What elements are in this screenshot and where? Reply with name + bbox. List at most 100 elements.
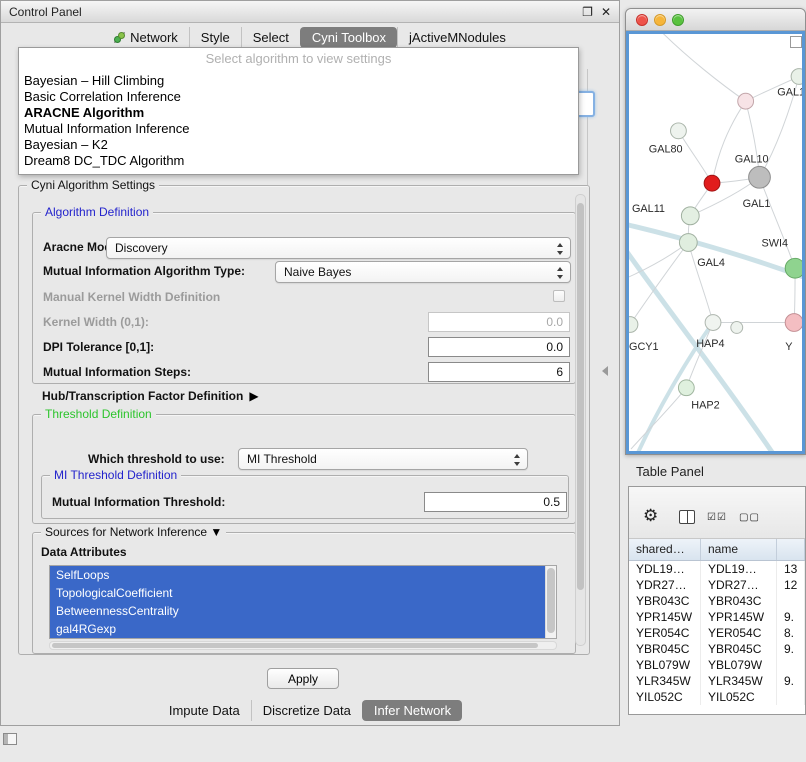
table-row[interactable]: YDL19…YDL19…13	[629, 561, 805, 577]
algorithm-option[interactable]: Basic Correlation Inference	[19, 89, 578, 105]
table-row[interactable]: YBL079WYBL079W	[629, 657, 805, 673]
network-node[interactable]	[705, 315, 721, 331]
close-icon[interactable]: ✕	[601, 5, 611, 19]
table-panel-toolbar: ⚙ ☑☑ ▢▢	[629, 487, 805, 539]
float-window-icon[interactable]: ❐	[582, 5, 593, 19]
network-node[interactable]	[704, 175, 720, 191]
top-tabs: NetworkStyleSelectCyni ToolboxjActiveMNo…	[1, 27, 619, 48]
tab-style[interactable]: Style	[189, 27, 241, 48]
aracne-mode-select[interactable]: Discovery	[106, 237, 571, 259]
kernel-width-field[interactable]: 0.0	[428, 312, 570, 332]
attribute-item[interactable]: gal4RGexp	[50, 620, 545, 638]
manual-kernel-checkbox[interactable]	[553, 290, 565, 302]
table-row[interactable]: YLR345WYLR345W9.	[629, 673, 805, 689]
mi-type-label: Mutual Information Algorithm Type:	[43, 264, 245, 278]
network-node[interactable]	[731, 322, 743, 334]
table-cell: YDL19…	[701, 561, 777, 577]
table-cell: 12	[777, 577, 805, 593]
tab-infer-network[interactable]: Infer Network	[362, 700, 462, 721]
select-all-checkboxes-icon[interactable]: ☑☑	[707, 512, 727, 523]
network-node[interactable]	[738, 93, 754, 109]
control-panel-title: Control Panel	[9, 5, 82, 19]
table-row[interactable]: YBR045CYBR045C9.	[629, 641, 805, 657]
scrollbar-thumb[interactable]	[52, 643, 538, 648]
network-node[interactable]	[785, 314, 802, 332]
network-edge	[631, 388, 686, 449]
table-cell: 13	[777, 561, 805, 577]
network-node[interactable]	[678, 380, 694, 396]
tab-discretize-data[interactable]: Discretize Data	[251, 700, 362, 721]
scrollbar-track[interactable]	[49, 641, 557, 650]
node-label: GAL1	[777, 86, 802, 98]
control-panel-titlebar: Control Panel ❐ ✕	[1, 1, 619, 23]
scrollbar-thumb[interactable]	[547, 568, 555, 633]
dpi-tolerance-field[interactable]: 0.0	[428, 337, 570, 357]
network-node[interactable]	[681, 207, 699, 225]
mi-threshold-group-title: MI Threshold Definition	[50, 468, 181, 482]
tab-label: Impute Data	[169, 703, 240, 718]
table-row[interactable]: YER054CYER054C8.	[629, 625, 805, 641]
attribute-item[interactable]: BetweennessCentrality	[50, 602, 545, 620]
tab-label: Infer Network	[374, 703, 451, 718]
overview-toggle[interactable]	[790, 36, 802, 48]
column-header[interactable]: name	[701, 539, 777, 560]
attribute-item[interactable]: SelfLoops	[50, 566, 545, 584]
algorithm-option[interactable]: ARACNE Algorithm	[19, 105, 578, 121]
mi-steps-field[interactable]: 6	[428, 362, 570, 382]
deselect-all-checkboxes-icon[interactable]: ▢▢	[739, 512, 760, 523]
column-header[interactable]: shared…	[629, 539, 701, 560]
tab-cyni-toolbox[interactable]: Cyni Toolbox	[300, 27, 397, 48]
tab-network[interactable]: Network	[103, 27, 189, 48]
network-node[interactable]	[671, 123, 687, 139]
algorithm-option[interactable]: Mutual Information Inference	[19, 121, 578, 137]
mi-type-select[interactable]: Naive Bayes	[275, 261, 571, 283]
scrollbar-track[interactable]	[545, 566, 556, 638]
table-row[interactable]: YIL052CYIL052C	[629, 689, 805, 705]
show-panel-icon[interactable]	[3, 733, 17, 745]
table-row[interactable]: YDR27…YDR27…12	[629, 577, 805, 593]
table-row[interactable]: YBR043CYBR043C	[629, 593, 805, 609]
tab-impute-data[interactable]: Impute Data	[158, 700, 251, 721]
column-header[interactable]	[777, 539, 805, 560]
network-canvas[interactable]: GAL80GAL1GAL10GAL11GAL1SWI4GAL4GCY1HAP4Y…	[626, 31, 805, 454]
network-node[interactable]	[679, 234, 697, 252]
table-cell: YDR27…	[629, 577, 701, 593]
settings-scrollbar-thumb[interactable]	[577, 203, 584, 590]
network-node[interactable]	[629, 317, 638, 333]
network-node[interactable]	[785, 258, 802, 278]
table-cell: YLR345W	[701, 673, 777, 689]
hub-definition-section[interactable]: Hub/Transcription Factor Definition ▶	[42, 389, 259, 403]
node-label: GAL4	[697, 257, 725, 269]
node-label: GAL11	[632, 203, 665, 215]
algorithm-option[interactable]: Dream8 DC_TDC Algorithm	[19, 153, 578, 169]
close-traffic-light-icon[interactable]	[636, 14, 648, 26]
panel-collapse-arrow-icon[interactable]	[602, 366, 608, 376]
mi-threshold-field[interactable]: 0.5	[424, 492, 567, 512]
network-node[interactable]	[749, 166, 771, 188]
aracne-mode-value: Discovery	[115, 241, 168, 255]
algorithm-option[interactable]: Bayesian – Hill Climbing	[19, 73, 578, 89]
collapsed-arrow-icon: ▶	[249, 389, 258, 403]
bottom-tabs: Impute Data Discretize Data Infer Network	[1, 700, 619, 721]
table-row[interactable]: YPR145WYPR145W9.	[629, 609, 805, 625]
algorithm-option[interactable]: Bayesian – K2	[19, 137, 578, 153]
data-attributes-label: Data Attributes	[41, 545, 127, 559]
gear-icon[interactable]: ⚙	[643, 507, 658, 524]
which-threshold-value: MI Threshold	[247, 452, 317, 466]
settings-scrollbar-track[interactable]	[575, 194, 586, 646]
sources-title[interactable]: Sources for Network Inference ▼	[41, 525, 226, 539]
mi-type-value: Naive Bayes	[284, 265, 351, 279]
table-cell: YBR043C	[701, 593, 777, 609]
sources-group: Sources for Network Inference ▼ Data Att…	[32, 532, 576, 654]
columns-icon[interactable]	[679, 510, 695, 524]
which-threshold-select[interactable]: MI Threshold	[238, 448, 528, 470]
apply-button[interactable]: Apply	[267, 668, 339, 689]
zoom-traffic-light-icon[interactable]	[672, 14, 684, 26]
tab-jactivemnodules[interactable]: jActiveMNodules	[397, 27, 517, 48]
tab-select[interactable]: Select	[241, 27, 300, 48]
network-node[interactable]	[791, 69, 802, 85]
combo-arrows-icon	[557, 266, 564, 280]
network-window-titlebar[interactable]	[626, 9, 805, 31]
attribute-item[interactable]: TopologicalCoefficient	[50, 584, 545, 602]
minimize-traffic-light-icon[interactable]	[654, 14, 666, 26]
